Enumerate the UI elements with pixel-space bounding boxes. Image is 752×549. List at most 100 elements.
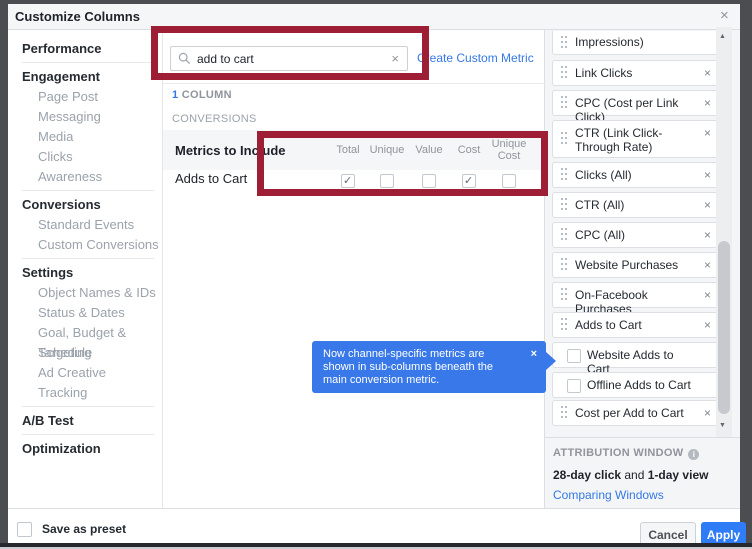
sidebar-item-page-post[interactable]: Page Post xyxy=(8,87,162,107)
checkbox-total[interactable] xyxy=(341,174,355,188)
tooltip-close-icon[interactable]: × xyxy=(531,348,537,360)
sidebar-item-object-names-ids[interactable]: Object Names & IDs xyxy=(8,283,162,303)
column-count-number: 1 xyxy=(172,89,179,101)
sidebar-item-ab-test[interactable]: A/B Test xyxy=(8,411,162,431)
sidebar-item-conversions[interactable]: Conversions xyxy=(8,195,162,215)
column-header-unique: Unique xyxy=(369,144,405,156)
panel-scrollbar-thumb[interactable] xyxy=(718,241,730,414)
sidebar-item-engagement[interactable]: Engagement xyxy=(8,67,162,87)
remove-icon[interactable]: × xyxy=(704,198,711,212)
column-header-unique-cost: Unique Cost xyxy=(491,138,527,162)
selected-column-clicks-all[interactable]: Clicks (All) × xyxy=(552,162,718,188)
remove-icon[interactable]: × xyxy=(704,96,711,110)
remove-icon[interactable]: × xyxy=(704,168,711,182)
conversions-section-header: CONVERSIONS xyxy=(172,113,257,125)
drag-handle-icon[interactable] xyxy=(561,66,563,68)
drag-handle-icon[interactable] xyxy=(561,288,563,290)
comparing-windows-link[interactable]: Comparing Windows xyxy=(553,488,664,502)
remove-icon[interactable]: × xyxy=(704,126,711,140)
sidebar-item-targeting[interactable]: Targeting xyxy=(8,343,162,363)
remove-icon[interactable]: × xyxy=(704,258,711,272)
drag-handle-icon[interactable] xyxy=(561,132,563,134)
column-count-label: COLUMN xyxy=(181,89,232,101)
scroll-down-icon[interactable]: ▼ xyxy=(719,422,729,429)
attribution-window-section: ATTRIBUTION WINDOW i 28-day click and 1-d… xyxy=(545,437,740,508)
tooltip-text: Now channel-specific metrics are shown i… xyxy=(323,348,493,386)
sub-checkbox[interactable] xyxy=(567,349,581,363)
remove-icon[interactable]: × xyxy=(704,288,711,302)
create-custom-metric-link[interactable]: Create Custom Metric xyxy=(417,51,534,65)
attribution-header: ATTRIBUTION WINDOW i xyxy=(553,447,700,460)
divider xyxy=(22,406,154,407)
drag-handle-icon[interactable] xyxy=(561,258,563,260)
divider xyxy=(22,190,154,191)
dialog-close-icon[interactable]: × xyxy=(720,8,729,24)
remove-icon[interactable]: × xyxy=(704,318,711,332)
search-input-value: add to cart xyxy=(197,52,254,66)
metric-row-label: Adds to Cart xyxy=(175,171,248,186)
checkbox-unique-cost[interactable] xyxy=(502,174,516,188)
divider xyxy=(163,83,545,84)
sidebar-item-optimization[interactable]: Optimization xyxy=(8,439,162,459)
divider xyxy=(22,434,154,435)
drag-handle-icon[interactable] xyxy=(561,35,563,38)
sidebar-item-status-dates[interactable]: Status & Dates xyxy=(8,303,162,323)
remove-icon[interactable]: × xyxy=(704,66,711,80)
sidebar-item-goal-budget-schedule[interactable]: Goal, Budget & Schedule xyxy=(8,323,162,360)
sidebar-item-standard-events[interactable]: Standard Events xyxy=(8,215,162,235)
dialog-footer: Save as preset Cancel Apply xyxy=(8,508,746,548)
save-as-preset-label: Save as preset xyxy=(42,522,127,536)
selected-column-impressions[interactable]: Impressions) xyxy=(552,31,718,55)
drag-handle-icon[interactable] xyxy=(561,96,563,98)
remove-icon[interactable]: × xyxy=(704,228,711,242)
selected-column-adds-to-cart[interactable]: Adds to Cart × xyxy=(552,312,718,338)
scroll-up-icon[interactable]: ▲ xyxy=(719,33,729,40)
selected-column-website-purchases[interactable]: Website Purchases × xyxy=(552,252,718,278)
screen: Customize Columns × Performance Engageme… xyxy=(0,0,752,549)
checkbox-cost[interactable] xyxy=(462,174,476,188)
selected-column-ctr-link[interactable]: CTR (Link Click-Through Rate) × xyxy=(552,120,718,158)
metric-search-input[interactable]: add to cart × xyxy=(170,46,408,71)
checkbox-value[interactable] xyxy=(422,174,436,188)
attribution-value: 28-day click and 1-day view xyxy=(553,468,709,482)
selected-column-ctr-all[interactable]: CTR (All) × xyxy=(552,192,718,218)
sidebar-item-custom-conversions[interactable]: Custom Conversions xyxy=(8,235,162,255)
tooltip-channel-metrics: Now channel-specific metrics are shown i… xyxy=(312,341,556,393)
drag-handle-icon[interactable] xyxy=(561,228,563,230)
save-as-preset-checkbox[interactable] xyxy=(17,522,32,537)
selected-column-cpc-link[interactable]: CPC (Cost per Link Click) × xyxy=(552,90,718,124)
sub-checkbox[interactable] xyxy=(567,379,581,393)
drag-handle-icon[interactable] xyxy=(561,318,563,320)
selected-column-cpc-all[interactable]: CPC (All) × xyxy=(552,222,718,248)
sidebar-item-awareness[interactable]: Awareness xyxy=(8,167,162,187)
sidebar-item-settings[interactable]: Settings xyxy=(8,263,162,283)
metrics-panel xyxy=(163,30,545,512)
drag-handle-icon[interactable] xyxy=(561,168,563,170)
column-count: 1 COLUMN xyxy=(172,89,232,101)
tooltip-arrow xyxy=(546,352,556,370)
search-icon xyxy=(178,52,191,70)
metrics-to-include-label: Metrics to Include xyxy=(175,143,286,158)
selected-columns-panel: Impressions) Link Clicks × CPC (Cost per… xyxy=(545,30,740,441)
selected-column-cost-per-add-to-cart[interactable]: Cost per Add to Cart × xyxy=(552,400,718,426)
selected-column-offline-adds-to-cart[interactable]: Offline Adds to Cart xyxy=(552,372,718,398)
divider xyxy=(22,62,154,63)
checkbox-unique[interactable] xyxy=(380,174,394,188)
sidebar-item-performance[interactable]: Performance xyxy=(8,39,162,59)
sidebar-item-tracking[interactable]: Tracking xyxy=(8,383,162,403)
selected-column-link-clicks[interactable]: Link Clicks × xyxy=(552,60,718,86)
divider xyxy=(22,258,154,259)
dialog-header: Customize Columns × xyxy=(8,4,740,30)
category-sidebar: Performance Engagement Page Post Messagi… xyxy=(8,30,163,508)
selected-column-on-facebook-purchases[interactable]: On-Facebook Purchases × xyxy=(552,282,718,316)
drag-handle-icon[interactable] xyxy=(561,406,563,408)
drag-handle-icon[interactable] xyxy=(561,198,563,200)
sidebar-item-messaging[interactable]: Messaging xyxy=(8,107,162,127)
sidebar-item-media[interactable]: Media xyxy=(8,127,162,147)
selected-column-website-adds-to-cart[interactable]: Website Adds to Cart xyxy=(552,342,718,376)
clear-search-icon[interactable]: × xyxy=(391,51,399,66)
remove-icon[interactable]: × xyxy=(704,406,711,420)
info-icon[interactable]: i xyxy=(688,449,700,460)
sidebar-item-clicks[interactable]: Clicks xyxy=(8,147,162,167)
sidebar-item-ad-creative[interactable]: Ad Creative xyxy=(8,363,162,383)
